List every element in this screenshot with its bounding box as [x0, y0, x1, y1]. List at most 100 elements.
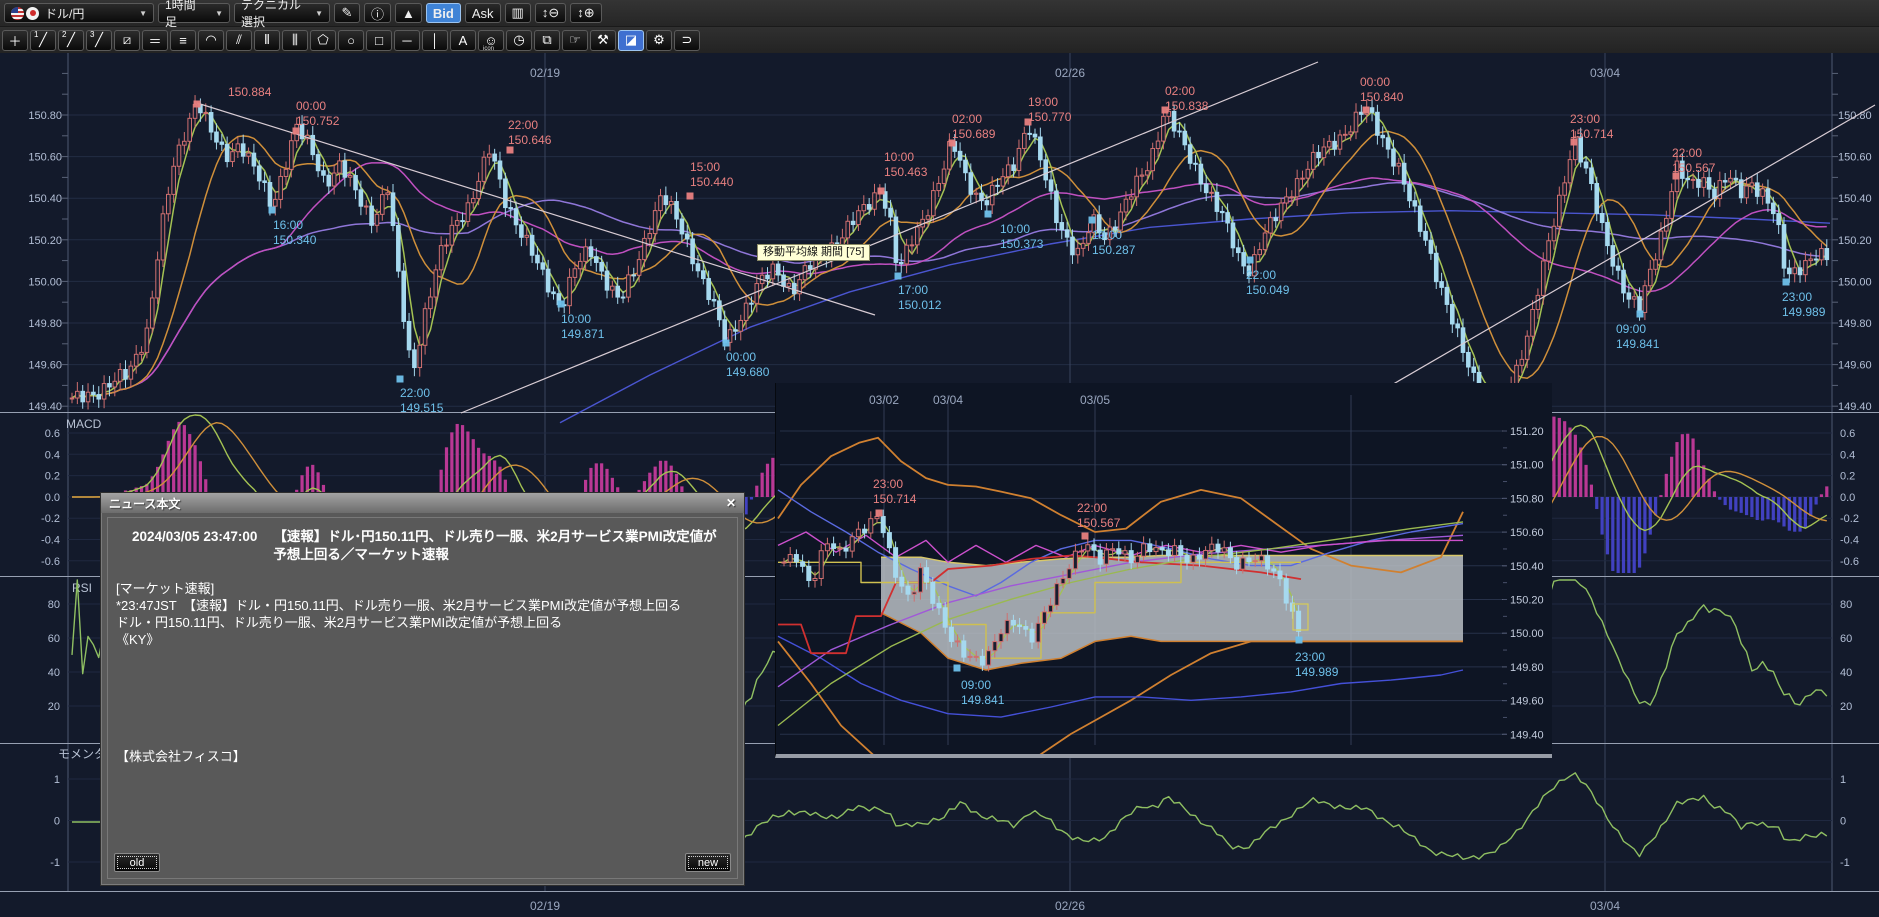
badge: 2: [62, 29, 67, 39]
svg-text:149.989: 149.989: [1295, 665, 1339, 679]
svg-text:0: 0: [1840, 816, 1846, 828]
rectangle-button[interactable]: □: [366, 29, 392, 51]
text-label-button[interactable]: A: [450, 29, 476, 51]
news-window-titlebar[interactable]: ニュース本文 ✕: [101, 493, 744, 513]
svg-text:23:00: 23:00: [1782, 290, 1812, 304]
draw-pencil-button[interactable]: ✎: [334, 3, 360, 23]
draw-pencil-icon: ✎: [341, 5, 353, 20]
close-icon[interactable]: ✕: [726, 496, 736, 510]
zoom-out-vertical-icon: ↕⊖: [541, 5, 560, 20]
old-news-button[interactable]: old: [114, 853, 160, 872]
fibonacci-timezone-button[interactable]: ⫴: [254, 29, 280, 51]
svg-text:19:00: 19:00: [1028, 95, 1058, 109]
svg-text:02:00: 02:00: [1165, 84, 1195, 98]
info-icon: ⓘ: [371, 6, 385, 22]
crosshair-button[interactable]: ＋: [2, 29, 28, 51]
ask-button[interactable]: Ask: [464, 3, 501, 23]
bid-button[interactable]: Bid: [425, 3, 461, 23]
ellipse-button[interactable]: ○: [338, 29, 364, 51]
japan-flag-icon: [26, 6, 39, 20]
svg-text:RSI: RSI: [72, 581, 92, 595]
svg-text:150.60: 150.60: [28, 152, 62, 164]
magnet-button[interactable]: ⊃: [674, 29, 700, 51]
svg-text:23:00: 23:00: [1295, 650, 1325, 664]
svg-text:03/04: 03/04: [933, 393, 963, 407]
svg-text:149.80: 149.80: [28, 318, 62, 330]
new-news-button[interactable]: new: [685, 853, 731, 872]
fibonacci-arc-button[interactable]: ◠: [198, 29, 224, 51]
parallel-lines-button[interactable]: ＝: [142, 29, 168, 51]
horizontal-line-button[interactable]: ─: [394, 29, 420, 51]
news-headline-row: 2024/03/05 23:47:00 【速報】ドル･円150.11円、ドル売り…: [108, 518, 737, 564]
indicator-settings-button[interactable]: ⚙: [646, 29, 672, 51]
eraser-button[interactable]: ◪: [618, 29, 644, 51]
timeframe-select[interactable]: 1時間足 ▼: [158, 0, 230, 29]
icon-stamp-button[interactable]: ☺ icon: [478, 29, 504, 52]
svg-text:40: 40: [48, 667, 60, 679]
wrench-button[interactable]: ⚒: [590, 29, 616, 51]
svg-text:-0.4: -0.4: [41, 535, 60, 547]
price-annotations: 150.88400:00150.752 22:00150.64615:00150.…: [193, 75, 1826, 415]
svg-text:149.841: 149.841: [961, 693, 1005, 707]
multi-horizontal-lines-button[interactable]: ≡: [170, 29, 196, 51]
technical-select[interactable]: テクニカル選択 ▼: [234, 0, 330, 29]
drawing-toolbar: ＋ ╱ 1 ╱ 2 ╱ 3 ⧄ ＝ ≡ ◠ ⫽ ⫴ ⫼ ⬠ ○ □ ─ │ A ☺ icon ◷ ⧉ ☞ ⚒ ◪ ⚙ ⊃: [0, 26, 1879, 53]
fan-lines-button[interactable]: ⫽: [226, 29, 252, 51]
svg-text:150.012: 150.012: [898, 298, 942, 312]
svg-text:150.00: 150.00: [1510, 628, 1544, 640]
svg-text:150.714: 150.714: [1570, 127, 1614, 141]
trendline-3-icon: ╱: [95, 32, 103, 47]
svg-text:02/19: 02/19: [530, 899, 560, 913]
horizontal-line-icon: ─: [402, 32, 412, 48]
ruler-icon: ⧄: [122, 32, 132, 47]
chevron-down-icon: ▼: [215, 8, 223, 18]
copy-button[interactable]: ⧉: [534, 29, 560, 51]
pentagon-button[interactable]: ⬠: [310, 29, 336, 51]
svg-text:02/19: 02/19: [530, 66, 560, 80]
svg-text:17:00: 17:00: [898, 283, 928, 297]
fibonacci-arc-icon: ◠: [205, 32, 217, 47]
ruler-button[interactable]: ⧄: [114, 29, 140, 51]
inset-chart-canvas: 151.20 151.00 150.80 150.60 150.40 150.20 150.…: [776, 383, 1552, 754]
svg-text:-0.4: -0.4: [1840, 535, 1859, 547]
parallel-lines-icon: ＝: [148, 33, 162, 49]
inset-chart-window[interactable]: 151.20 151.00 150.80 150.60 150.40 150.20 150.…: [775, 383, 1552, 758]
drag-hand-icon: ☞: [569, 32, 581, 47]
news-window[interactable]: ニュース本文 ✕ 2024/03/05 23:47:00 【速報】ドル･円150…: [100, 492, 745, 886]
time-marker-icon: ◷: [513, 32, 525, 47]
candle-volume-button[interactable]: ▥: [504, 3, 531, 23]
svg-text:10:00: 10:00: [1000, 222, 1030, 236]
copy-icon: ⧉: [542, 32, 552, 47]
icon-sub-label: icon: [483, 45, 495, 52]
trendline-3-button[interactable]: ╱ 3: [86, 29, 112, 51]
info-button[interactable]: ⓘ: [364, 3, 392, 23]
currency-pair-select[interactable]: ドル/円 ▼: [4, 3, 154, 23]
svg-text:150.463: 150.463: [884, 165, 928, 179]
svg-text:149.80: 149.80: [1510, 662, 1544, 674]
currency-pair-label: ドル/円: [45, 6, 85, 21]
mountain-chart-button[interactable]: ▲: [395, 3, 422, 23]
trendline-2-button[interactable]: ╱ 2: [58, 29, 84, 51]
zoom-in-button[interactable]: ↕⊕: [570, 3, 602, 23]
vertical-line-icon: │: [430, 32, 440, 48]
svg-text:150.567: 150.567: [1672, 161, 1716, 175]
vertical-line-button[interactable]: │: [422, 29, 448, 51]
timeframe-label: 1時間足: [165, 0, 196, 29]
drag-hand-button[interactable]: ☞: [562, 29, 588, 51]
toolbar-area: ドル/円 ▼ 1時間足 ▼ テクニカル選択 ▼ ✎ ⓘ ▲ Bid Ask ▥ …: [0, 0, 1879, 53]
time-marker-button[interactable]: ◷: [506, 29, 532, 51]
svg-text:150.440: 150.440: [690, 175, 734, 189]
svg-text:22:00: 22:00: [1077, 501, 1107, 515]
svg-text:-1: -1: [50, 857, 60, 869]
news-window-title: ニュース本文: [109, 496, 181, 511]
zoom-out-button[interactable]: ↕⊖: [534, 3, 567, 23]
news-source: 【株式会社フィスコ】: [116, 749, 246, 764]
svg-text:150.373: 150.373: [1000, 237, 1044, 251]
svg-text:151.00: 151.00: [1510, 460, 1544, 472]
gann-fan-button[interactable]: ⫼: [282, 29, 308, 51]
svg-text:03/02: 03/02: [869, 393, 899, 407]
wrench-icon: ⚒: [597, 32, 609, 47]
trendline-1-button[interactable]: ╱ 1: [30, 29, 56, 51]
svg-text:0.2: 0.2: [1840, 471, 1855, 483]
ma-tooltip: 移動平均線 期間 [75]: [757, 244, 871, 261]
